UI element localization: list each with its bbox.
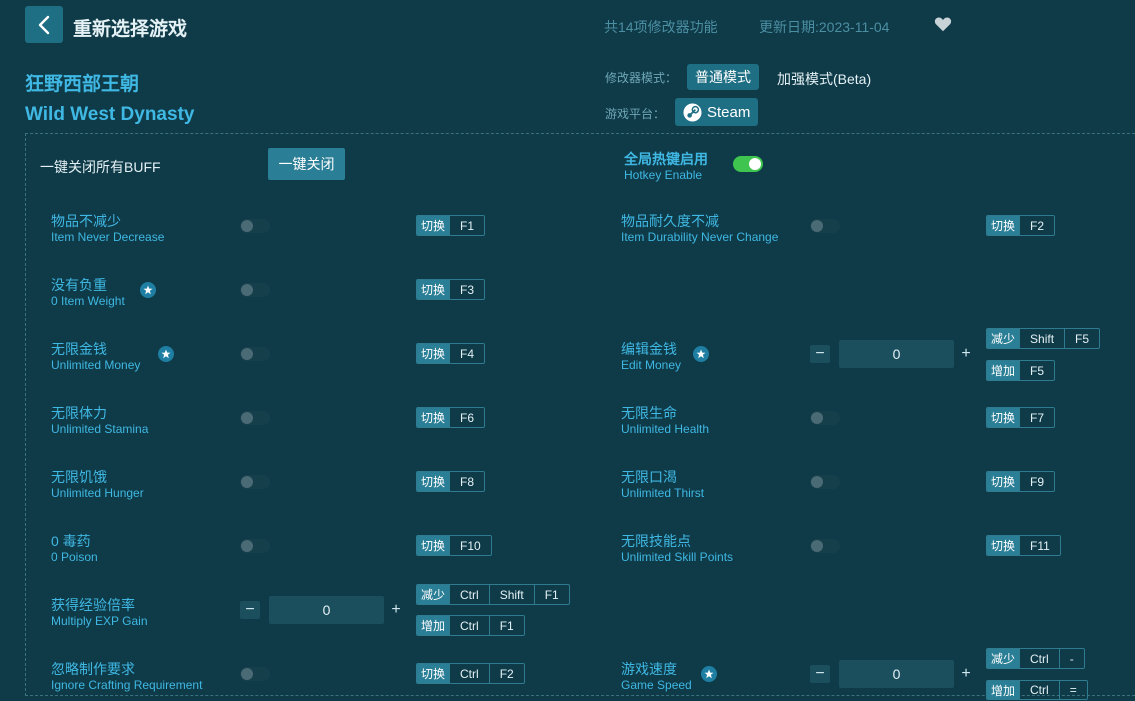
feature-label-cn: 没有负重 xyxy=(51,277,107,293)
unlimited-hunger-toggle[interactable] xyxy=(240,475,270,489)
feature-label-cn: 获得经验倍率 xyxy=(51,597,135,613)
zero-poison-toggle[interactable] xyxy=(240,539,270,553)
unlimited-thirst-hotkey[interactable]: 切换 F9 xyxy=(986,471,1056,492)
game-name-cn: 狂野西部王朝 xyxy=(25,74,140,95)
edit-money-decrease-hotkey[interactable]: 减少 Shift F5 xyxy=(986,328,1101,349)
feature-label-en: Edit Money xyxy=(621,358,682,372)
item-never-decrease-toggle[interactable] xyxy=(240,219,270,233)
exp-gain-minus-button[interactable]: − xyxy=(240,601,260,619)
cheat-panel xyxy=(25,133,1135,696)
feature-label-en: Unlimited Skill Points xyxy=(621,550,734,564)
feature-label-cn: 编辑金钱 xyxy=(621,341,677,357)
game-speed-plus-button[interactable]: + xyxy=(956,665,976,683)
edit-money-minus-button[interactable]: − xyxy=(810,345,830,363)
feature-label-cn: 游戏速度 xyxy=(621,661,677,677)
back-button[interactable] xyxy=(25,6,63,43)
steam-platform-button[interactable]: Steam xyxy=(675,98,758,126)
feature-label-en: Item Durability Never Change xyxy=(621,230,779,244)
ignore-crafting-hotkey[interactable]: 切换 Ctrl F2 xyxy=(416,663,525,684)
unlimited-hunger-hotkey[interactable]: 切换 F8 xyxy=(416,471,486,492)
feature-count: 共14项修改器功能 xyxy=(604,19,718,35)
feature-label-cn: 无限饥饿 xyxy=(51,469,107,485)
edit-money-plus-button[interactable]: + xyxy=(956,345,976,363)
star-icon xyxy=(158,346,174,362)
feature-label-en: Unlimited Money xyxy=(51,358,141,372)
edit-money-value[interactable]: 0 xyxy=(839,340,954,368)
steam-icon xyxy=(683,102,702,122)
star-icon xyxy=(693,346,709,362)
chevron-left-icon xyxy=(38,15,50,34)
feature-label-en: Unlimited Stamina xyxy=(51,422,149,436)
feature-label-en: Unlimited Thirst xyxy=(621,486,705,500)
item-never-decrease-hotkey[interactable]: 切换 F1 xyxy=(416,215,486,236)
unlimited-stamina-toggle[interactable] xyxy=(240,411,270,425)
hotkey-label-en: Hotkey Enable xyxy=(624,168,703,182)
game-speed-increase-hotkey[interactable]: 增加 Ctrl = xyxy=(986,680,1088,700)
game-speed-decrease-hotkey[interactable]: 减少 Ctrl - xyxy=(986,648,1085,669)
feature-label-en: 0 Item Weight xyxy=(51,294,125,308)
hotkey-enable-toggle[interactable] xyxy=(733,156,763,172)
steam-label: Steam xyxy=(707,103,751,121)
game-speed-value[interactable]: 0 xyxy=(839,660,954,688)
feature-label-en: Item Never Decrease xyxy=(51,230,165,244)
exp-gain-plus-button[interactable]: + xyxy=(386,601,406,619)
feature-label-cn: 物品不减少 xyxy=(51,213,121,229)
exp-gain-value[interactable]: 0 xyxy=(269,596,384,624)
game-speed-minus-button[interactable]: − xyxy=(810,665,830,683)
feature-label-cn: 无限金钱 xyxy=(51,341,107,357)
edit-money-increase-hotkey[interactable]: 增加 F5 xyxy=(986,360,1056,381)
feature-label-cn: 无限技能点 xyxy=(621,533,691,549)
feature-label-cn: 无限体力 xyxy=(51,405,107,421)
feature-label-cn: 忽略制作要求 xyxy=(51,661,135,677)
feature-label-cn: 无限生命 xyxy=(621,405,677,421)
hotkey-label-cn: 全局热键启用 xyxy=(624,151,708,167)
update-date: 更新日期:2023-11-04 xyxy=(759,19,890,35)
page-title: 重新选择游戏 xyxy=(73,19,188,40)
feature-label-en: 0 Poison xyxy=(51,550,98,564)
feature-label-en: Unlimited Hunger xyxy=(51,486,144,500)
unlimited-skill-points-hotkey[interactable]: 切换 F11 xyxy=(986,535,1061,556)
platform-label: 游戏平台： xyxy=(605,107,666,121)
feature-label-cn: 0 毒药 xyxy=(51,533,91,549)
feature-label-en: Unlimited Health xyxy=(621,422,710,436)
item-durability-toggle[interactable] xyxy=(810,219,840,233)
unlimited-money-toggle[interactable] xyxy=(240,347,270,361)
oneclick-label: 一键关闭所有BUFF xyxy=(40,159,161,175)
ignore-crafting-toggle[interactable] xyxy=(240,667,270,681)
item-durability-hotkey[interactable]: 切换 F2 xyxy=(986,215,1056,236)
normal-mode-button[interactable]: 普通模式 xyxy=(687,64,759,90)
feature-label-cn: 无限口渴 xyxy=(621,469,677,485)
game-name-en: Wild West Dynasty xyxy=(25,104,195,125)
unlimited-health-toggle[interactable] xyxy=(810,411,840,425)
unlimited-thirst-toggle[interactable] xyxy=(810,475,840,489)
unlimited-stamina-hotkey[interactable]: 切换 F6 xyxy=(416,407,486,428)
item-weight-hotkey[interactable]: 切换 F3 xyxy=(416,279,486,300)
unlimited-skill-points-toggle[interactable] xyxy=(810,539,840,553)
mode-label: 修改器模式： xyxy=(605,71,678,85)
oneclick-close-button[interactable]: 一键关闭 xyxy=(268,148,345,180)
unlimited-money-hotkey[interactable]: 切换 F4 xyxy=(416,343,486,364)
feature-label-en: Multiply EXP Gain xyxy=(51,614,148,628)
star-icon xyxy=(701,666,717,682)
feature-label-en: Ignore Crafting Requirement xyxy=(51,678,203,692)
star-icon xyxy=(140,282,156,298)
heart-icon[interactable] xyxy=(934,16,952,32)
beta-mode-button[interactable]: 加强模式(Beta) xyxy=(777,69,871,89)
item-weight-toggle[interactable] xyxy=(240,283,270,297)
feature-label-cn: 物品耐久度不减 xyxy=(621,213,719,229)
unlimited-health-hotkey[interactable]: 切换 F7 xyxy=(986,407,1056,428)
exp-gain-increase-hotkey[interactable]: 增加 Ctrl F1 xyxy=(416,615,525,636)
zero-poison-hotkey[interactable]: 切换 F10 xyxy=(416,535,492,556)
exp-gain-decrease-hotkey[interactable]: 减少 Ctrl Shift F1 xyxy=(416,584,570,605)
feature-label-en: Game Speed xyxy=(621,678,692,692)
